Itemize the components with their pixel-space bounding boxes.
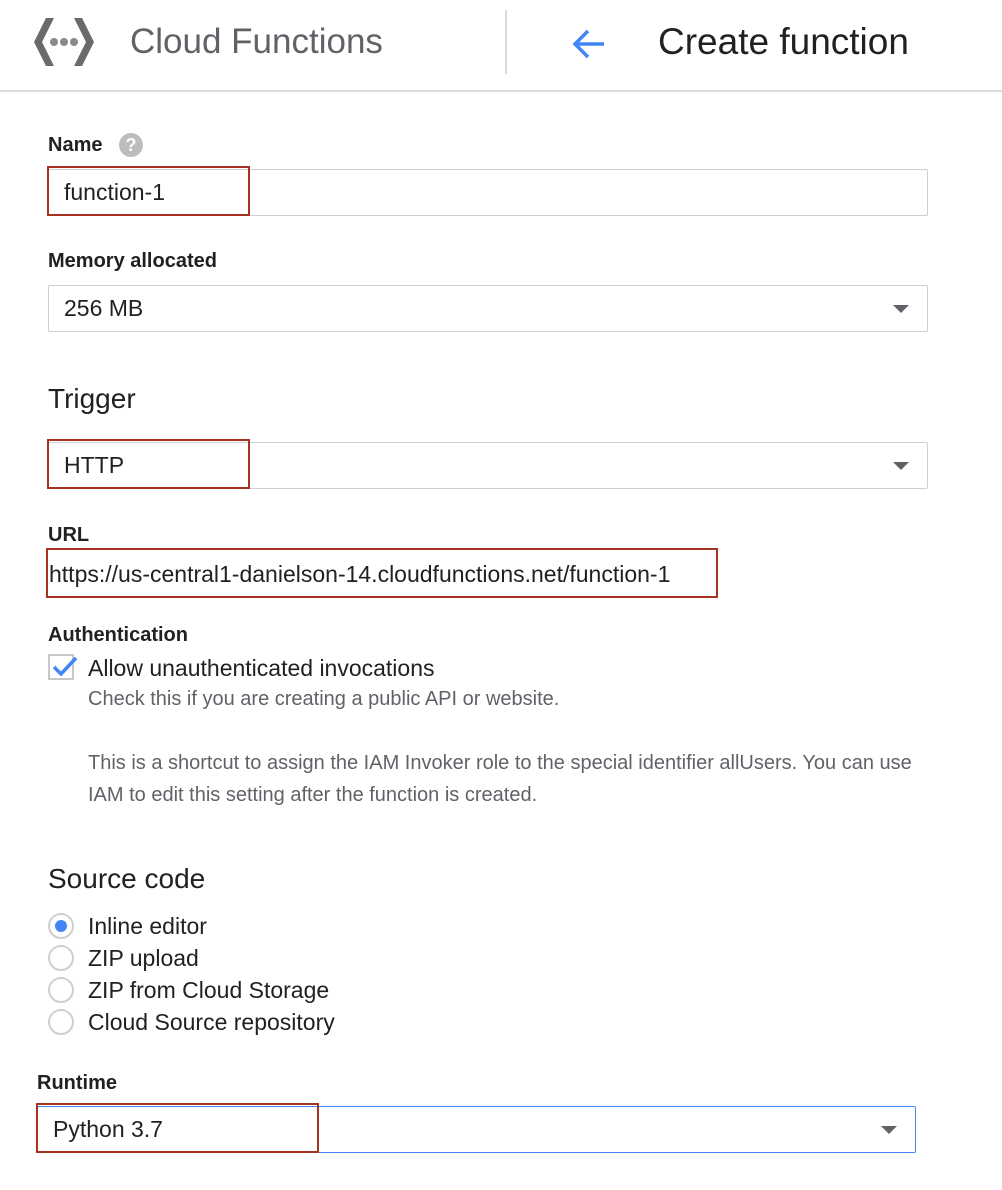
radio-inline-editor[interactable] bbox=[48, 913, 74, 939]
radio-zip-cloud-storage[interactable] bbox=[48, 977, 74, 1003]
function-url[interactable]: https://us-central1-danielson-14.cloudfu… bbox=[49, 559, 670, 589]
arrow-back-icon bbox=[572, 29, 604, 59]
name-label: Name bbox=[48, 134, 103, 156]
auth-help-text-2: This is a shortcut to assign the IAM Inv… bbox=[88, 752, 912, 806]
auth-help-text-1: Check this if you are creating a public … bbox=[88, 688, 560, 710]
source-code-heading: Source code bbox=[48, 863, 206, 894]
url-label: URL bbox=[48, 524, 90, 546]
radio-label-zip-upload[interactable]: ZIP upload bbox=[88, 944, 199, 972]
radio-label-cloud-source-repository[interactable]: Cloud Source repository bbox=[88, 1008, 335, 1036]
radio-label-zip-cloud-storage[interactable]: ZIP from Cloud Storage bbox=[88, 976, 329, 1004]
header-divider bbox=[505, 10, 507, 74]
runtime-select[interactable]: Python 3.7 bbox=[37, 1106, 916, 1153]
allow-unauthenticated-label[interactable]: Allow unauthenticated invocations bbox=[88, 654, 435, 682]
trigger-value: HTTP bbox=[64, 452, 125, 478]
memory-value: 256 MB bbox=[64, 295, 144, 321]
authentication-label: Authentication bbox=[48, 624, 188, 646]
memory-select[interactable]: 256 MB bbox=[48, 285, 928, 332]
allow-unauthenticated-checkbox[interactable] bbox=[48, 654, 78, 680]
dropdown-caret-icon bbox=[881, 1125, 897, 1134]
runtime-value: Python 3.7 bbox=[53, 1116, 163, 1142]
back-button[interactable] bbox=[568, 22, 612, 66]
trigger-select[interactable]: HTTP bbox=[48, 442, 928, 489]
dropdown-caret-icon bbox=[893, 461, 909, 470]
memory-label: Memory allocated bbox=[48, 250, 217, 272]
page-title: Create function bbox=[658, 21, 909, 62]
checkmark-icon bbox=[52, 656, 78, 677]
name-input[interactable] bbox=[64, 170, 811, 215]
radio-zip-upload[interactable] bbox=[48, 945, 74, 971]
runtime-label: Runtime bbox=[37, 1072, 117, 1094]
radio-label-inline-editor[interactable]: Inline editor bbox=[88, 912, 207, 940]
help-icon[interactable]: ? bbox=[119, 133, 143, 157]
app-header: Cloud Functions Create function bbox=[0, 0, 1002, 92]
name-input-box[interactable] bbox=[48, 169, 928, 216]
dropdown-caret-icon bbox=[893, 304, 909, 313]
cloud-functions-logo-icon bbox=[32, 14, 96, 70]
radio-cloud-source-repository[interactable] bbox=[48, 1009, 74, 1035]
app-title: Cloud Functions bbox=[130, 22, 383, 61]
trigger-heading: Trigger bbox=[48, 383, 136, 414]
